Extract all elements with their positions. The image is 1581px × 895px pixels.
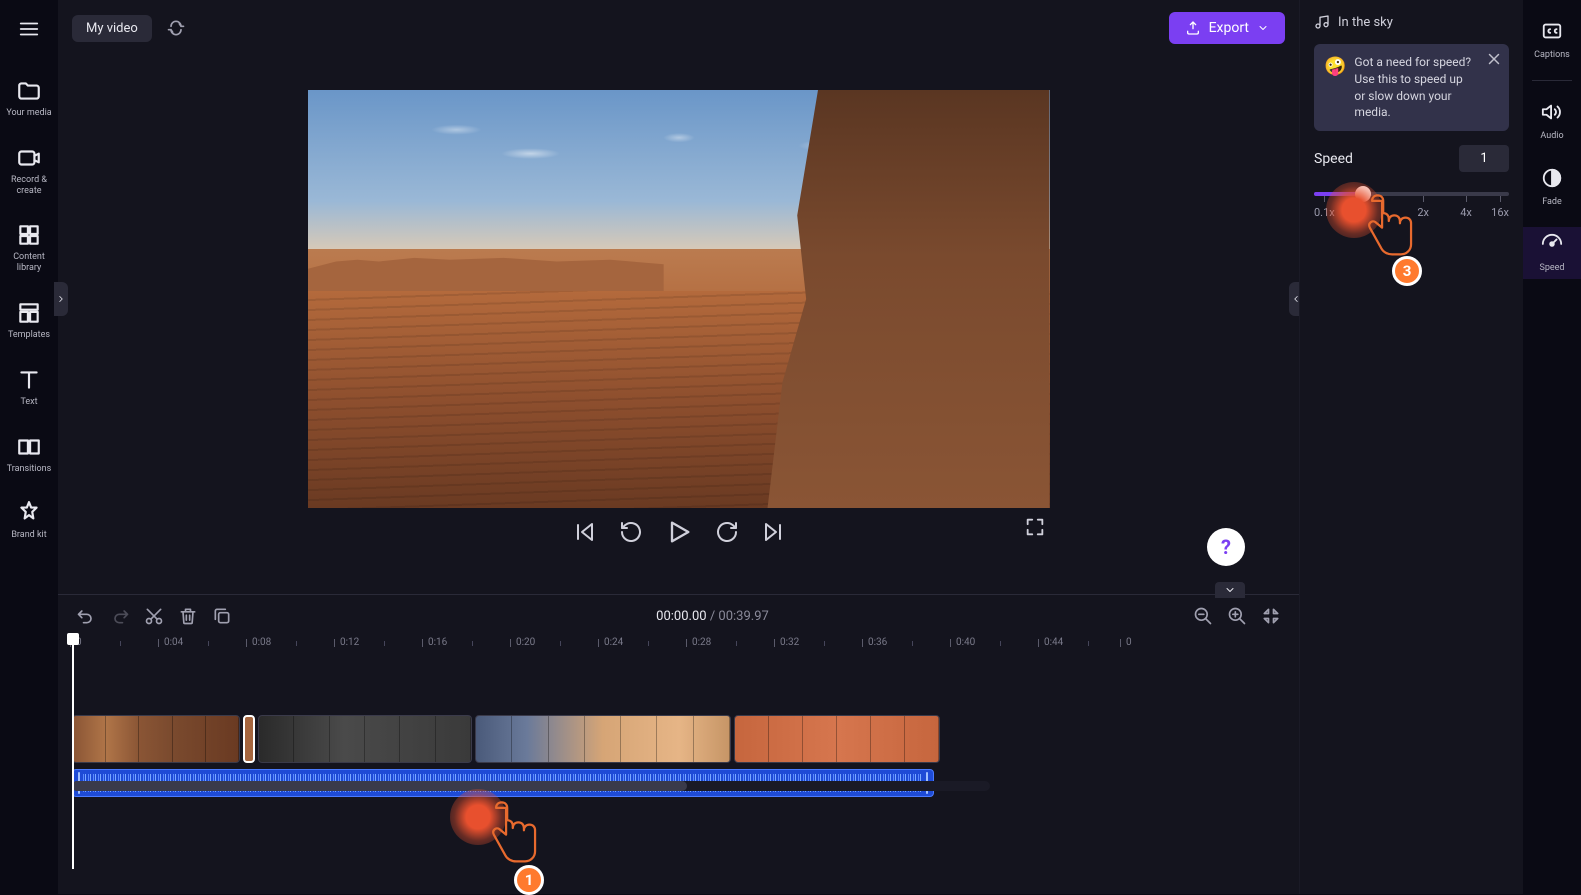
expand-left-handle[interactable]	[54, 282, 68, 316]
record-icon	[16, 145, 42, 171]
brandkit-icon	[16, 500, 42, 526]
music-icon	[1314, 14, 1330, 30]
audio-clip-name: In the sky	[1338, 15, 1393, 30]
help-button[interactable]: ?	[1207, 528, 1245, 566]
video-track[interactable]	[72, 715, 1285, 763]
transitions-icon	[16, 434, 42, 460]
play-button[interactable]	[665, 518, 693, 546]
export-button[interactable]: Export	[1169, 12, 1285, 44]
nav-label: Transitions	[7, 464, 52, 475]
sync-icon[interactable]	[166, 18, 186, 38]
captions-icon	[1541, 20, 1563, 46]
duplicate-button[interactable]	[212, 606, 232, 626]
speed-slider[interactable]: 0.1x 2x 4x 16x	[1314, 192, 1509, 219]
video-clip[interactable]	[258, 715, 472, 763]
chevron-down-icon	[1257, 22, 1269, 34]
fullscreen-button[interactable]	[1024, 516, 1046, 538]
nav-label: Record & create	[2, 175, 56, 197]
nav-label: Your media	[6, 108, 51, 119]
media-icon	[16, 78, 42, 104]
library-icon	[16, 222, 42, 248]
tooltip-text: Got a need for speed? Use this to speed …	[1354, 54, 1475, 121]
nav-label: Templates	[8, 330, 50, 341]
video-clip[interactable]	[72, 715, 240, 763]
undo-button[interactable]	[76, 606, 96, 626]
speed-input[interactable]	[1459, 145, 1509, 172]
nav-brand-kit[interactable]: Brand kit	[0, 494, 58, 547]
nav-content-library[interactable]: Content library	[0, 216, 58, 280]
video-clip-selected[interactable]	[243, 715, 255, 763]
nav-label: Brand kit	[11, 530, 46, 541]
tab-speed[interactable]: Speed	[1523, 227, 1581, 279]
emoji-icon: 🤪	[1324, 54, 1346, 121]
project-name[interactable]: My video	[72, 15, 152, 42]
collapse-timeline-button[interactable]	[1215, 582, 1245, 598]
tab-captions[interactable]: Captions	[1523, 14, 1581, 66]
speed-label: Speed	[1314, 151, 1353, 167]
nav-your-media[interactable]: Your media	[0, 72, 58, 125]
redo-button[interactable]	[110, 606, 130, 626]
forward-button[interactable]	[715, 520, 739, 544]
zoom-out-button[interactable]	[1193, 606, 1213, 626]
speed-tooltip: 🤪 Got a need for speed? Use this to spee…	[1314, 44, 1509, 131]
text-icon	[16, 367, 42, 393]
skip-forward-button[interactable]	[761, 520, 785, 544]
speed-icon	[1541, 233, 1563, 259]
hamburger-menu[interactable]	[12, 12, 46, 46]
video-clip[interactable]	[475, 715, 731, 763]
export-label: Export	[1209, 20, 1249, 36]
video-preview[interactable]	[308, 90, 1050, 508]
nav-label: Content library	[2, 252, 56, 274]
audio-icon	[1541, 101, 1563, 127]
nav-label: Text	[20, 397, 37, 408]
speed-slider-thumb[interactable]	[1355, 186, 1371, 202]
rewind-button[interactable]	[619, 520, 643, 544]
fit-timeline-button[interactable]	[1261, 606, 1281, 626]
timeline-ruler[interactable]: 0 0:04 0:08 0:12 0:16 0:20 0:24 0:28 0:3…	[72, 637, 1285, 661]
timecode: 00:00.00 / 00:39.97	[656, 609, 769, 624]
tab-audio[interactable]: Audio	[1523, 95, 1581, 147]
playhead[interactable]	[72, 637, 74, 869]
tab-fade[interactable]: Fade	[1523, 161, 1581, 213]
fade-icon	[1541, 167, 1563, 193]
nav-text[interactable]: Text	[0, 361, 58, 414]
nav-record-create[interactable]: Record & create	[0, 139, 58, 203]
timeline-scrollbar-thumb[interactable]	[72, 781, 687, 791]
skip-back-button[interactable]	[573, 520, 597, 544]
video-clip[interactable]	[734, 715, 940, 763]
cut-button[interactable]	[144, 606, 164, 626]
nav-transitions[interactable]: Transitions	[0, 428, 58, 481]
timeline-scrollbar-track[interactable]	[72, 781, 990, 791]
templates-icon	[16, 300, 42, 326]
nav-templates[interactable]: Templates	[0, 294, 58, 347]
delete-button[interactable]	[178, 606, 198, 626]
tooltip-close-button[interactable]	[1485, 50, 1503, 68]
zoom-in-button[interactable]	[1227, 606, 1247, 626]
